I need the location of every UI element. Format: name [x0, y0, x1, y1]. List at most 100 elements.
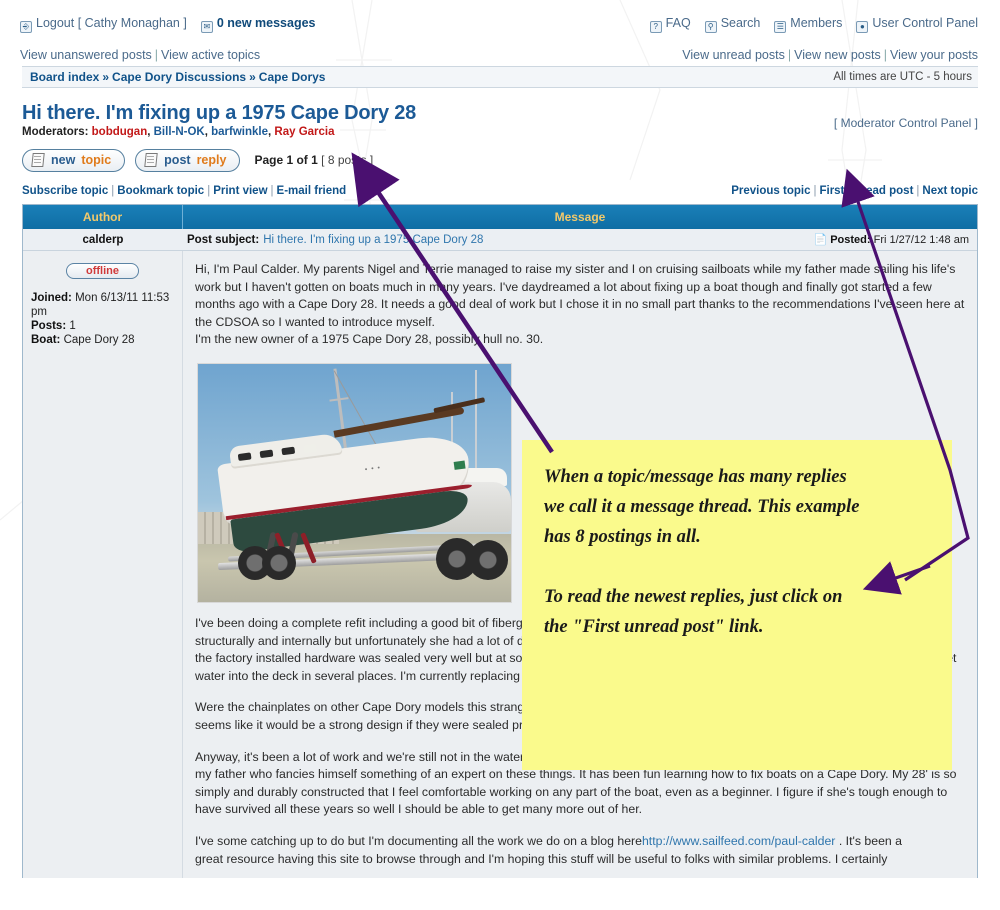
top-navigation: ⎆ Logout [ Cathy Monaghan ] ✉ 0 new messag…: [0, 0, 1000, 66]
breadcrumb-board-index[interactable]: Board index: [30, 70, 99, 84]
post-subject-label: Post subject:: [187, 233, 260, 246]
post-reply-label-1: post: [164, 153, 191, 167]
photo-trailer: [217, 531, 508, 580]
members-link[interactable]: ☰ Members: [774, 16, 842, 33]
view-your-posts-link[interactable]: View your posts: [890, 48, 978, 62]
profile-boat: Boat: Cape Dory 28: [31, 333, 174, 347]
joined-label: Joined:: [31, 292, 72, 304]
new-messages-link[interactable]: ✉ 0 new messages: [200, 16, 316, 33]
next-topic-link[interactable]: Next topic: [922, 185, 978, 197]
blog-link[interactable]: http://www.sailfeed.com/paul-calder: [642, 834, 835, 848]
user-icon: ●: [856, 21, 869, 33]
column-header-author: Author: [23, 205, 183, 229]
sailboat-on-trailer-photo: • • •: [197, 362, 512, 603]
topic-sublinks: Subscribe topic | Bookmark topic | Print vie…: [22, 182, 978, 200]
photo-trailer-tire-2: [262, 545, 296, 580]
moderator-bill-n-ok[interactable]: Bill-N-OK: [154, 126, 205, 138]
topnav-left-group: ⎆ Logout [ Cathy Monaghan ] ✉ 0 new messag…: [20, 16, 316, 33]
envelope-icon: ✉: [200, 21, 213, 33]
posted-label: Posted:: [830, 234, 871, 246]
page-of-label: Page 1 of 1: [254, 153, 318, 167]
post-paragraph-6-pre: I've some catching up to do but I'm docu…: [195, 833, 642, 848]
topnav-secondary-left: View unanswered posts | View active topics: [20, 48, 261, 62]
annotation-line-2: we call it a message thread. This exampl…: [544, 497, 860, 517]
faq-label: FAQ: [665, 16, 691, 30]
topic-actions: new topic post reply Page 1 of 1 [ 8 posts…: [22, 148, 978, 172]
posts-label: Posts:: [31, 320, 67, 332]
view-new-posts-link[interactable]: View new posts: [794, 48, 881, 62]
email-friend-link[interactable]: E-mail friend: [277, 185, 347, 197]
annotation-line-4: To read the newest replies, just click o…: [544, 587, 843, 607]
post-icon: 📄: [813, 234, 828, 246]
moderators-label: Moderators:: [22, 126, 89, 138]
post-paragraph-2: I'm the new owner of a 1975 Cape Dory 28…: [195, 332, 544, 347]
boat-label: Boat:: [31, 334, 61, 346]
previous-topic-link[interactable]: Previous topic: [731, 185, 810, 197]
breadcrumb-arrow-1: »: [102, 70, 110, 84]
moderator-control-panel[interactable]: [ Moderator Control Panel ]: [834, 116, 978, 130]
topnav-right-group: ? FAQ ⚲ Search ☰ Members ● User Control Pane…: [649, 16, 978, 33]
members-label: Members: [790, 16, 843, 30]
new-topic-label-2: topic: [81, 153, 112, 167]
breadcrumb: Board index» Cape Dory Discussions» Cape D…: [22, 66, 978, 88]
post-count-label: [ 8 posts ]: [321, 153, 374, 167]
logout-link[interactable]: ⎆ Logout [ Cathy Monaghan ]: [20, 16, 187, 33]
first-unread-post-link[interactable]: First unread post: [819, 185, 913, 197]
user-control-panel-link[interactable]: ● User Control Panel: [856, 16, 978, 33]
breadcrumb-cape-dorys[interactable]: Cape Dorys: [259, 70, 326, 84]
new-topic-button[interactable]: new topic: [22, 148, 126, 172]
moderator-ray-garcia[interactable]: Ray Garcia: [274, 126, 334, 138]
bookmark-topic-link[interactable]: Bookmark topic: [117, 185, 204, 197]
moderator-control-panel-link[interactable]: [ Moderator Control Panel ]: [834, 116, 978, 130]
topic-sublinks-right: Previous topic | First unread post | Next to…: [731, 185, 978, 197]
topnav-secondary-right: View unread posts | View new posts | View yo…: [682, 48, 978, 62]
timezone-label: All times are UTC - 5 hours: [833, 71, 972, 83]
post-author-name[interactable]: calderp: [23, 234, 183, 246]
breadcrumb-items: Board index» Cape Dory Discussions» Cape D…: [30, 70, 325, 84]
moderator-bobdugan[interactable]: bobdugan: [92, 126, 148, 138]
new-topic-label-1: new: [51, 153, 76, 167]
photo-hatch: [303, 443, 318, 454]
page-icon: [31, 153, 45, 167]
profile-metadata: Joined: Mon 6/13/11 11:53 pm Posts: 1 Bo…: [31, 291, 174, 347]
profile-posts: Posts: 1: [31, 319, 174, 333]
status-badge: offline: [66, 263, 139, 279]
annotation-line-5: the "First unread post" link.: [544, 617, 764, 637]
new-messages-label: new messages: [227, 16, 316, 30]
post-subject-link[interactable]: Hi there. I'm fixing up a 1975 Cape Dory…: [263, 234, 483, 246]
post-subject-row: calderp Post subject: Hi there. I'm fixin…: [23, 229, 977, 251]
post-paragraph-7: great resource having this site to brows…: [195, 851, 888, 866]
view-unread-posts-link[interactable]: View unread posts: [682, 48, 785, 62]
members-icon: ☰: [774, 21, 787, 33]
posted-value: Fri 1/27/12 1:48 am: [873, 234, 969, 246]
power-icon: ⎆: [20, 21, 32, 33]
view-unanswered-posts-link[interactable]: View unanswered posts: [20, 48, 152, 62]
photo-green-marking: [453, 460, 466, 470]
topic-sublinks-left: Subscribe topic | Bookmark topic | Print vie…: [22, 185, 347, 197]
user-control-panel-label: User Control Panel: [872, 16, 978, 30]
column-header-message: Message: [554, 210, 606, 224]
search-icon: ⚲: [704, 21, 717, 33]
print-view-link[interactable]: Print view: [213, 185, 267, 197]
post-subject-cell: Post subject: Hi there. I'm fixing up a 1…: [183, 233, 977, 247]
post-paragraph-6-post: . It's been a: [835, 833, 903, 848]
post-reply-button[interactable]: post reply: [135, 148, 241, 172]
topic-header: Hi there. I'm fixing up a 1975 Cape Dory…: [22, 102, 978, 138]
breadcrumb-cape-dory-discussions[interactable]: Cape Dory Discussions: [112, 70, 246, 84]
question-icon: ?: [649, 21, 662, 33]
annotation-line-3: has 8 postings in all.: [544, 527, 701, 547]
subscribe-topic-link[interactable]: Subscribe topic: [22, 185, 108, 197]
search-label: Search: [720, 16, 761, 30]
post-date-group: 📄 Posted: Fri 1/27/12 1:48 am: [813, 233, 969, 246]
boat-value: Cape Dory 28: [63, 334, 135, 346]
breadcrumb-arrow-2: »: [249, 70, 256, 84]
post-subject-group: Post subject: Hi there. I'm fixing up a 1…: [187, 234, 483, 246]
page-icon: [144, 153, 158, 167]
faq-link[interactable]: ? FAQ: [649, 16, 691, 33]
post-paragraph-6: I've some catching up to do but I'm docu…: [195, 833, 965, 851]
search-link[interactable]: ⚲ Search: [704, 16, 761, 33]
posts-value: 1: [69, 320, 76, 332]
post-reply-label-2: reply: [196, 153, 227, 167]
moderator-barfwinkle[interactable]: barfwinkle: [211, 126, 268, 138]
view-active-topics-link[interactable]: View active topics: [161, 48, 260, 62]
